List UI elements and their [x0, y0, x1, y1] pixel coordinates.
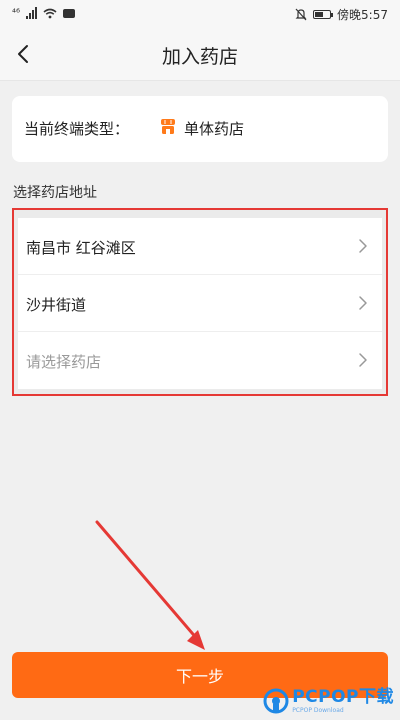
- address-street-text: 沙井街道: [26, 296, 87, 314]
- terminal-type-card: 当前终端类型： 单体药店: [12, 96, 388, 162]
- store-icon: [161, 119, 175, 134]
- nav-bar: 加入药店: [0, 28, 400, 81]
- address-row-city[interactable]: 南昌市 红谷滩区: [18, 218, 382, 275]
- address-list: 南昌市 红谷滩区 沙井街道 请选择药店: [18, 218, 382, 389]
- address-highlight-box: 南昌市 红谷滩区 沙井街道 请选择药店: [12, 208, 388, 396]
- chevron-right-icon: [359, 296, 367, 310]
- chevron-right-icon: [359, 353, 367, 367]
- battery-icon: [313, 10, 334, 19]
- wifi-icon: [43, 8, 57, 18]
- address-row-pharmacy[interactable]: 请选择药店: [18, 332, 382, 389]
- terminal-type-value: 单体药店: [184, 120, 245, 138]
- page-title: 加入药店: [161, 46, 238, 68]
- status-right-icons: 傍晚5:57: [295, 6, 388, 23]
- address-row-street[interactable]: 沙井街道: [18, 275, 382, 332]
- watermark-logo: PCPOP下载 PCPOP Download: [263, 688, 394, 714]
- pharmacy-placeholder-text: 请选择药店: [26, 353, 102, 371]
- status-time: 傍晚5:57: [337, 8, 388, 22]
- watermark-subtext: PCPOP Download: [292, 706, 344, 714]
- pcpop-logo-icon: [263, 688, 289, 714]
- address-city-text: 南昌市 红谷滩区: [26, 239, 136, 257]
- mute-icon: [295, 8, 307, 21]
- signal-icon: [26, 7, 38, 19]
- watermark-text: PCPOP下载: [292, 686, 394, 707]
- status-bar: ⁴⁶ 傍晚5:57: [0, 0, 400, 28]
- carrier-mark: ⁴⁶: [12, 7, 21, 19]
- message-icon: [63, 8, 76, 18]
- section-label: 选择药店地址: [13, 185, 97, 201]
- chevron-right-icon: [359, 239, 367, 253]
- terminal-type-label: 当前终端类型：: [24, 120, 130, 138]
- status-left-icons: ⁴⁶: [12, 7, 76, 19]
